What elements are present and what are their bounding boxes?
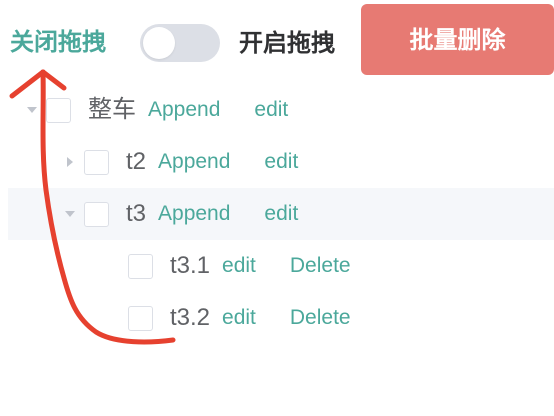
node-checkbox[interactable] — [46, 97, 71, 123]
node-label: t2 — [126, 148, 147, 175]
append-link[interactable]: Append — [158, 188, 230, 240]
tree-row-zhengche[interactable]: 整车 Append edit — [8, 84, 554, 136]
caret-right-icon[interactable] — [64, 156, 76, 168]
append-link[interactable]: Append — [158, 136, 230, 188]
toggle-knob — [143, 27, 175, 59]
tree-row-t2[interactable]: t2 Append edit — [8, 136, 554, 188]
batch-delete-button[interactable]: 批量删除 — [361, 4, 554, 75]
drag-toggle-switch[interactable] — [140, 24, 220, 62]
node-checkbox[interactable] — [84, 201, 109, 227]
caret-down-icon[interactable] — [26, 104, 38, 116]
tree: 整车 Append edit t2 Append edit t3 Append … — [0, 84, 554, 344]
node-checkbox[interactable] — [84, 149, 109, 175]
caret-down-icon[interactable] — [64, 208, 76, 220]
node-checkbox[interactable] — [128, 253, 153, 279]
open-drag-label[interactable]: 开启拖拽 — [239, 27, 335, 61]
append-link[interactable]: Append — [148, 84, 220, 136]
tree-row-t3[interactable]: t3 Append edit — [8, 188, 554, 240]
tree-row-t3-2[interactable]: t3.2 edit Delete — [8, 292, 554, 344]
tree-row-t3-1[interactable]: t3.1 edit Delete — [8, 240, 554, 292]
node-checkbox[interactable] — [128, 305, 153, 331]
delete-link[interactable]: Delete — [290, 240, 351, 292]
delete-link[interactable]: Delete — [290, 292, 351, 344]
page: 关闭拖拽 开启拖拽 批量删除 整车 Append edit t2 Append … — [0, 0, 554, 416]
edit-link[interactable]: edit — [222, 240, 256, 292]
node-label: t3 — [126, 200, 147, 227]
toolbar: 关闭拖拽 开启拖拽 批量删除 — [0, 0, 554, 84]
node-label: t3.1 — [170, 252, 211, 279]
node-label: t3.2 — [170, 304, 211, 331]
edit-link[interactable]: edit — [264, 188, 298, 240]
edit-link[interactable]: edit — [264, 136, 298, 188]
edit-link[interactable]: edit — [222, 292, 256, 344]
node-label: 整车 — [88, 96, 136, 123]
edit-link[interactable]: edit — [254, 84, 288, 136]
close-drag-label[interactable]: 关闭拖拽 — [10, 26, 106, 60]
